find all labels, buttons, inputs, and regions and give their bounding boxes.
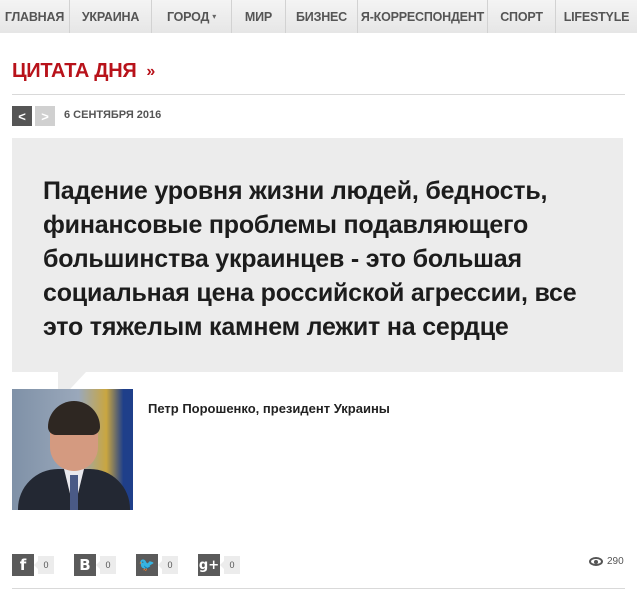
quote-text: Падение уровня жизни людей, бедность, фи… xyxy=(43,177,577,341)
nav-item-home[interactable]: ГЛАВНАЯ xyxy=(0,0,70,33)
share-count: 0 xyxy=(34,556,54,574)
google-plus-icon: g+ xyxy=(198,554,220,576)
nav-item-sport[interactable]: СПОРТ xyxy=(488,0,556,33)
view-count-value: 290 xyxy=(607,556,624,567)
nav-label: Я-КОРРЕСПОНДЕНТ xyxy=(360,9,485,24)
view-count: 290 xyxy=(589,556,624,567)
nav-item-correspondent[interactable]: Я-КОРРЕСПОНДЕНТ xyxy=(358,0,488,33)
nav-item-world[interactable]: МИР xyxy=(232,0,286,33)
nav-item-ukraine[interactable]: УКРАИНА xyxy=(70,0,152,33)
prev-quote-button[interactable]: < xyxy=(12,106,32,126)
share-count: 0 xyxy=(158,556,178,574)
quote-box: Падение уровня жизни людей, бедность, фи… xyxy=(12,138,623,372)
author-photo-hair xyxy=(48,401,100,435)
nav-item-business[interactable]: БИЗНЕС xyxy=(286,0,358,33)
nav-label: LIFESTYLE xyxy=(563,9,630,24)
vk-icon: B xyxy=(74,554,96,576)
share-count: 0 xyxy=(96,556,116,574)
quote-date: 6 СЕНТЯБРЯ 2016 xyxy=(64,109,162,121)
facebook-icon: f xyxy=(12,554,34,576)
double-chevron-right-icon: » xyxy=(146,62,156,80)
divider xyxy=(12,588,625,589)
share-facebook[interactable]: f 0 xyxy=(12,554,54,576)
nav-item-lifestyle[interactable]: LIFESTYLE xyxy=(556,0,637,33)
nav-label: СПОРТ xyxy=(500,9,543,24)
author-photo-tie xyxy=(70,475,78,510)
twitter-icon: 🐦 xyxy=(136,554,158,576)
share-vkontakte[interactable]: B 0 xyxy=(74,554,116,576)
chevron-down-icon: ▾ xyxy=(212,12,217,21)
eye-icon xyxy=(589,557,603,566)
section-title-label: ЦИТАТА ДНЯ xyxy=(12,60,137,82)
main-nav: ГЛАВНАЯ УКРАИНА ГОРОД ▾ МИР БИЗНЕС Я-КОРР… xyxy=(0,0,637,33)
quote-author: Петр Порошенко, президент Украины xyxy=(148,401,390,416)
share-count: 0 xyxy=(220,556,240,574)
chevron-left-icon: < xyxy=(18,108,26,124)
share-google-plus[interactable]: g+ 0 xyxy=(198,554,240,576)
nav-item-city[interactable]: ГОРОД ▾ xyxy=(152,0,232,33)
nav-label: БИЗНЕС xyxy=(296,9,347,24)
share-twitter[interactable]: 🐦 0 xyxy=(136,554,178,576)
nav-label: МИР xyxy=(244,9,273,24)
next-quote-button[interactable]: > xyxy=(35,106,55,126)
divider xyxy=(12,94,625,95)
nav-label: ГЛАВНАЯ xyxy=(4,9,65,24)
section-title[interactable]: ЦИТАТА ДНЯ » xyxy=(12,60,155,83)
chevron-right-icon: > xyxy=(41,108,49,124)
nav-label: ГОРОД xyxy=(166,9,210,24)
nav-label: УКРАИНА xyxy=(81,9,140,24)
author-photo xyxy=(12,389,133,510)
